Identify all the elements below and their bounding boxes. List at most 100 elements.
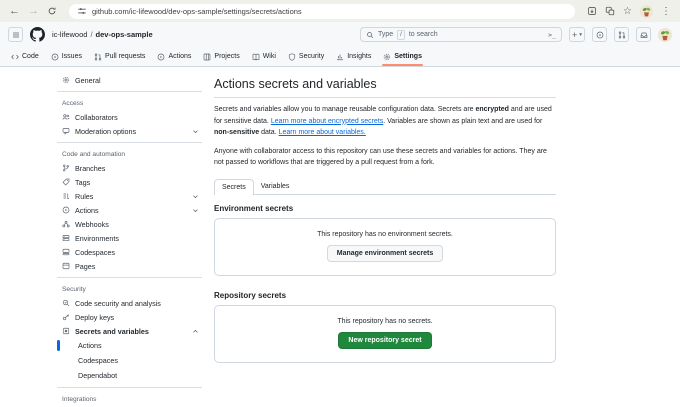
browser-back-icon[interactable]: ← — [9, 6, 20, 17]
sidebar-label: Webhooks — [75, 220, 109, 229]
search-icon — [366, 31, 374, 39]
tab-security[interactable]: Security — [282, 47, 330, 66]
github-logo-icon[interactable] — [30, 27, 45, 42]
repo-nav: Code Issues Pull requests Actions Projec… — [0, 47, 680, 67]
create-new-button[interactable]: + ▾ — [569, 27, 585, 42]
breadcrumb-repo-link[interactable]: dev-ops-sample — [96, 30, 153, 39]
book-icon — [252, 53, 260, 61]
key-icon — [62, 313, 70, 321]
hamburger-menu-icon[interactable] — [8, 27, 23, 42]
sidebar-label: General — [75, 76, 101, 85]
rules-icon — [62, 192, 70, 200]
sidebar-label: Environments — [75, 234, 119, 243]
tab-pull-requests[interactable]: Pull requests — [88, 47, 151, 66]
sidebar-subitem-dependabot[interactable]: Dependabot — [57, 368, 202, 383]
pull-request-icon — [94, 53, 102, 61]
sidebar-item-collaborators[interactable]: Collaborators — [57, 110, 202, 124]
tab-wiki[interactable]: Wiki — [246, 47, 282, 66]
site-settings-icon[interactable] — [77, 6, 87, 16]
sidebar-label: Branches — [75, 164, 105, 173]
sidebar-label: Moderation options — [75, 127, 136, 136]
chevron-down-icon — [192, 207, 202, 214]
notifications-inbox-button[interactable] — [636, 27, 651, 42]
browser-window-icon — [62, 262, 70, 270]
sidebar-item-deploy-keys[interactable]: Deploy keys — [57, 310, 202, 324]
sidebar-subitem-codespaces[interactable]: Codespaces — [57, 353, 202, 368]
tab-settings[interactable]: Settings — [377, 47, 428, 66]
slash-key-hint: / — [397, 30, 405, 40]
breadcrumb-owner-link[interactable]: ic-lifewood — [52, 30, 87, 39]
tab-insights[interactable]: Insights — [330, 47, 377, 66]
sidebar-item-tags[interactable]: Tags — [57, 175, 202, 189]
sidebar-label: Codespaces — [78, 356, 118, 365]
play-icon — [62, 206, 70, 214]
intro-text: . Variables are shown as plain text and … — [383, 118, 542, 125]
link-variables[interactable]: Learn more about variables. — [279, 129, 366, 136]
tab-projects[interactable]: Projects — [197, 47, 245, 66]
tab-code[interactable]: Code — [5, 47, 45, 66]
sidebar-item-environments[interactable]: Environments — [57, 231, 202, 245]
sidebar-item-moderation-options[interactable]: Moderation options — [57, 124, 202, 138]
sidebar-item-branches[interactable]: Branches — [57, 161, 202, 175]
sidebar-item-code-security-and-analysis[interactable]: Code security and analysis — [57, 296, 202, 310]
play-icon — [157, 53, 165, 61]
command-palette-icon[interactable]: >_ — [548, 31, 556, 39]
search-placeholder-post: to search — [409, 31, 438, 38]
sidebar-label: Actions — [78, 341, 102, 350]
save-page-icon[interactable] — [587, 6, 597, 16]
tab-actions[interactable]: Actions — [151, 47, 197, 66]
chevron-down-icon — [192, 193, 202, 200]
graph-icon — [336, 53, 344, 61]
sidebar-label: Code security and analysis — [75, 299, 161, 308]
pull-requests-header-button[interactable] — [614, 27, 629, 42]
url-text: github.com/ic-lifewood/dev-ops-sample/se… — [92, 7, 302, 16]
sidebar-label: Dependabot — [78, 371, 117, 380]
address-bar[interactable]: github.com/ic-lifewood/dev-ops-sample/se… — [69, 4, 575, 19]
sidebar-section-integrations: Integrations — [57, 392, 202, 406]
divider — [57, 387, 202, 388]
tab-secrets[interactable]: Secrets — [214, 179, 254, 195]
sidebar-item-rules[interactable]: Rules — [57, 189, 202, 203]
github-header: ic-lifewood / dev-ops-sample Type / to s… — [0, 22, 680, 47]
link-encrypted-secrets[interactable]: Learn more about encrypted secrets — [271, 118, 383, 125]
manage-environment-secrets-button[interactable]: Manage environment secrets — [327, 245, 443, 262]
browser-reload-icon[interactable] — [47, 6, 57, 16]
sidebar-item-general[interactable]: General — [57, 73, 202, 87]
sidebar-item-pages[interactable]: Pages — [57, 259, 202, 273]
sidebar-item-webhooks[interactable]: Webhooks — [57, 217, 202, 231]
translate-icon[interactable] — [605, 6, 615, 16]
repository-secrets-empty-box: This repository has no secrets. New repo… — [214, 305, 556, 363]
repository-secrets-heading: Repository secrets — [214, 291, 556, 300]
intro-paragraph: Secrets and variables allow you to manag… — [214, 104, 556, 139]
table-icon — [203, 53, 211, 61]
sidebar-label: Actions — [75, 206, 99, 215]
tab-label: Code — [22, 53, 39, 60]
sidebar-item-actions[interactable]: Actions — [57, 203, 202, 217]
intro-text: Secrets and variables allow you to manag… — [214, 106, 476, 113]
people-icon — [62, 113, 70, 121]
sidebar-subitem-actions[interactable]: Actions — [57, 338, 202, 353]
intro-bold-non-sensitive: non-sensitive — [214, 129, 259, 136]
search-input[interactable]: Type / to search >_ — [360, 27, 562, 42]
browser-forward-icon[interactable]: → — [28, 6, 39, 17]
new-repository-secret-button[interactable]: New repository secret — [338, 332, 431, 349]
gear-icon — [62, 76, 70, 84]
issues-header-button[interactable] — [592, 27, 607, 42]
tab-label: Projects — [214, 53, 239, 60]
webhook-icon — [62, 220, 70, 228]
sidebar-item-secrets-and-variables[interactable]: Secrets and variables — [57, 324, 202, 338]
browser-profile-avatar[interactable] — [640, 5, 653, 18]
tab-issues[interactable]: Issues — [45, 47, 88, 66]
sidebar-section-code-and-automation: Code and automation — [57, 147, 202, 161]
sidebar-item-codespaces[interactable]: Codespaces — [57, 245, 202, 259]
tab-variables[interactable]: Variables — [254, 179, 297, 194]
issue-icon — [51, 53, 59, 61]
user-avatar[interactable] — [658, 28, 672, 42]
comment-discussion-icon — [62, 127, 70, 135]
settings-page: General Access Collaborators Moderation … — [0, 67, 680, 406]
bookmark-star-icon[interactable]: ☆ — [623, 6, 632, 17]
branch-icon — [62, 164, 70, 172]
browser-menu-icon[interactable]: ⋮ — [661, 6, 671, 17]
code-icon — [11, 53, 19, 61]
tab-label: Insights — [347, 53, 371, 60]
